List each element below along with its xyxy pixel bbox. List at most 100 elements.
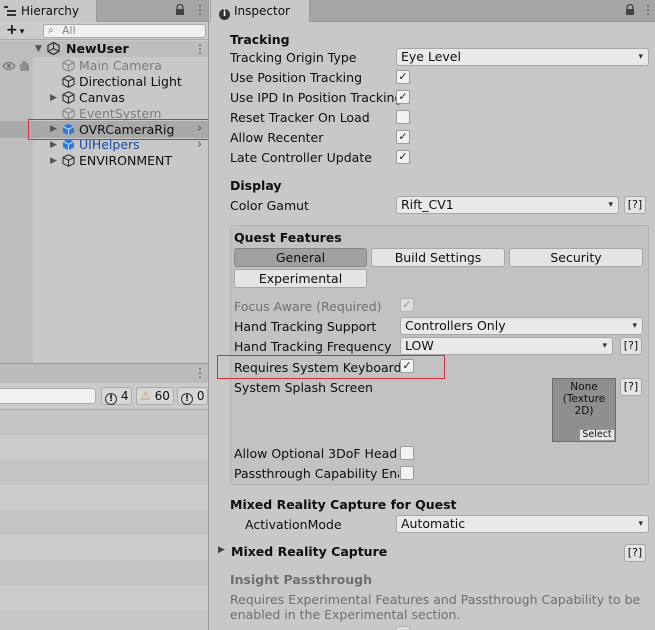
dropdown-value: Rift_CV1: [401, 197, 454, 212]
console-row: [0, 510, 208, 535]
field-label: Passthrough Capability Enabl: [234, 466, 399, 481]
chevron-down-icon: ▾: [638, 519, 643, 529]
plus-icon: +: [6, 22, 18, 38]
expand-arrow-icon[interactable]: ▶: [50, 90, 57, 106]
expand-arrow-icon[interactable]: ▶: [50, 137, 57, 153]
texture-select-button[interactable]: Select: [579, 429, 615, 441]
help-button[interactable]: [?]: [624, 544, 646, 562]
hierarchy-list-icon: [4, 5, 16, 16]
texture-type-label: (Texture 2D): [562, 393, 606, 417]
texture-none-label: None: [570, 381, 598, 393]
field-label: Use IPD In Position Tracking: [230, 90, 403, 105]
hierarchy-item[interactable]: ▶ ENVIRONMENT: [0, 153, 208, 171]
activation-mode-dropdown[interactable]: Automatic ▾: [396, 515, 649, 533]
use-position-tracking-checkbox[interactable]: ✓: [396, 70, 410, 84]
color-gamut-dropdown[interactable]: Rift_CV1 ▾: [396, 196, 619, 214]
warning-count-toggle[interactable]: ⚠ 60: [136, 387, 174, 405]
lock-icon[interactable]: [175, 3, 185, 16]
gameobject-cube-icon: [62, 154, 75, 171]
hierarchy-item[interactable]: Main Camera: [0, 58, 208, 74]
info-icon: !: [105, 393, 117, 405]
tab-experimental[interactable]: Experimental: [234, 269, 367, 288]
field-label: Focus Aware (Required): [234, 299, 382, 314]
section-header-mrc[interactable]: Mixed Reality Capture: [231, 544, 387, 560]
chevron-down-icon: ▾: [608, 200, 613, 210]
tracking-origin-dropdown[interactable]: Eye Level ▾: [396, 48, 649, 66]
error-count-toggle[interactable]: ! 0: [177, 387, 208, 405]
hierarchy-toolbar: + ▾ All ⌕: [0, 22, 208, 40]
field-label: Color Gamut: [230, 198, 309, 213]
dropdown-value: Eye Level: [401, 49, 461, 64]
reset-tracker-checkbox[interactable]: [396, 110, 410, 124]
error-count: 0: [196, 389, 205, 403]
help-button[interactable]: [?]: [620, 337, 642, 355]
hand-tracking-support-dropdown[interactable]: Controllers Only ▾: [400, 317, 643, 335]
console-row: [0, 460, 208, 485]
hierarchy-item-label: Directional Light: [79, 74, 182, 89]
hierarchy-panel: Hierarchy ⋮ + ▾ All ⌕ ▼ NewUser ⋮ Main C…: [0, 0, 209, 630]
console-row: [0, 585, 208, 610]
tab-inspector[interactable]: i Inspector: [211, 0, 310, 22]
panel-menu-icon[interactable]: ⋮: [194, 3, 206, 17]
unity-scene-icon: [47, 41, 60, 56]
tab-security[interactable]: Security: [509, 248, 643, 267]
help-button[interactable]: [?]: [620, 378, 642, 396]
tab-general[interactable]: General: [234, 248, 367, 267]
insight-note: Requires Experimental Features and Passt…: [230, 592, 641, 622]
hand-tracking-frequency-dropdown[interactable]: LOW ▾: [400, 337, 613, 355]
field-label: Allow Optional 3DoF Head Tr: [234, 446, 399, 461]
dropdown-value: Automatic: [401, 516, 466, 531]
dropdown-caret-icon: ▾: [19, 27, 25, 37]
optional-3dof-checkbox[interactable]: [400, 446, 414, 460]
help-button[interactable]: [?]: [624, 196, 646, 214]
open-prefab-arrow-icon[interactable]: ›: [197, 137, 202, 153]
lock-icon[interactable]: [625, 3, 635, 16]
console-panel: ⋮ ! 4 ⚠ 60 ! 0: [0, 363, 208, 630]
scene-row[interactable]: ▼ NewUser ⋮: [0, 41, 208, 57]
warning-icon: ⚠: [140, 389, 151, 403]
late-controller-update-checkbox[interactable]: ✓: [396, 150, 410, 164]
use-ipd-checkbox[interactable]: ✓: [396, 90, 410, 104]
hierarchy-tree: ▼ NewUser ⋮ Main Camera Directional Ligh…: [0, 41, 208, 363]
splash-texture-slot[interactable]: None (Texture 2D) Select: [552, 378, 616, 442]
console-row: [0, 410, 208, 435]
error-icon: !: [181, 393, 193, 405]
panel-menu-icon[interactable]: ⋮: [642, 3, 654, 17]
scene-name: NewUser: [66, 41, 129, 56]
inspector-tab-label: Inspector: [234, 4, 290, 18]
collapse-arrow-icon[interactable]: ▼: [35, 41, 42, 57]
chevron-down-icon: ▾: [638, 52, 643, 62]
info-count-toggle[interactable]: ! 4: [101, 387, 133, 405]
field-label: Allow Recenter: [230, 130, 324, 145]
console-menu-icon[interactable]: ⋮: [194, 366, 206, 380]
scene-menu-icon[interactable]: ⋮: [194, 41, 206, 57]
section-header-insight: Insight Passthrough: [230, 572, 372, 587]
dropdown-value: LOW: [405, 338, 434, 353]
field-label: Use Position Tracking: [230, 70, 363, 85]
info-circle-icon: i: [219, 9, 230, 20]
highlight-annotation: [217, 355, 445, 379]
field-label: ActivationMode: [245, 517, 342, 532]
expand-arrow-icon[interactable]: ▶: [50, 153, 57, 169]
focus-aware-checkbox: ✓: [400, 298, 414, 312]
passthrough-capability-checkbox[interactable]: [400, 466, 414, 480]
hierarchy-item-label: Canvas: [79, 90, 125, 105]
console-row: [0, 435, 208, 460]
hierarchy-tab-label: Hierarchy: [21, 4, 80, 18]
console-search-input[interactable]: [0, 388, 96, 404]
allow-recenter-checkbox[interactable]: ✓: [396, 130, 410, 144]
inspector-panel: i Inspector ⋮ Tracking Tracking Origin Ty…: [210, 0, 655, 630]
hierarchy-item-label: Main Camera: [79, 58, 162, 73]
foldout-arrow-icon[interactable]: ▶: [218, 545, 225, 555]
hierarchy-item[interactable]: ▶ Canvas: [0, 90, 208, 106]
hierarchy-search-input[interactable]: All: [43, 24, 206, 38]
hierarchy-item[interactable]: Directional Light: [0, 74, 208, 90]
add-object-button[interactable]: + ▾: [6, 22, 24, 40]
hierarchy-item[interactable]: ▶ UIHelpers ›: [0, 137, 208, 153]
section-header-mrc-quest: Mixed Reality Capture for Quest: [230, 497, 457, 512]
console-toolbar: ! 4 ⚠ 60 ! 0: [0, 383, 208, 410]
warning-count: 60: [154, 389, 170, 403]
dropdown-value: Controllers Only: [405, 318, 506, 333]
tab-hierarchy[interactable]: Hierarchy: [0, 0, 97, 22]
tab-build-settings[interactable]: Build Settings: [371, 248, 505, 267]
